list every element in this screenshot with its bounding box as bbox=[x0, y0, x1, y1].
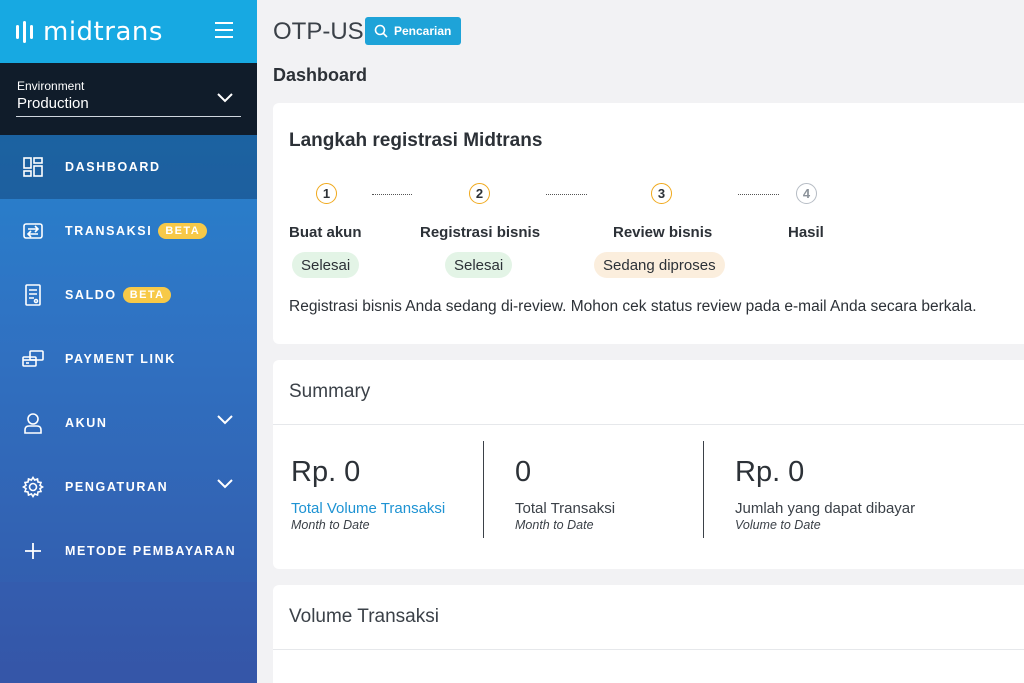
gear-icon bbox=[22, 476, 44, 498]
sidebar-item-pengaturan[interactable]: PENGATURAN bbox=[0, 455, 257, 519]
step-connector bbox=[738, 194, 779, 195]
metric-sub: Volume to Date bbox=[735, 518, 821, 532]
payment-link-icon bbox=[22, 348, 44, 370]
search-button[interactable]: Pencarian bbox=[365, 17, 462, 45]
transaction-icon bbox=[22, 220, 44, 242]
sidebar: midtrans Environment Production DASHBOAR… bbox=[0, 0, 257, 683]
total-volume-link[interactable]: Total Volume Transaksi bbox=[291, 500, 445, 517]
step-label: Registrasi bisnis bbox=[420, 224, 541, 241]
metric-value: Rp. 0 bbox=[735, 456, 805, 488]
step-connector bbox=[372, 194, 412, 195]
step-label: Review bisnis bbox=[613, 224, 713, 241]
sidebar-nav: DASHBOARD TRANSAKSI BETA SALDO BETA PAYM… bbox=[0, 135, 257, 583]
metric-sub: Month to Date bbox=[515, 518, 594, 532]
step-label: Buat akun bbox=[289, 224, 362, 241]
step-number: 2 bbox=[469, 183, 490, 204]
step-number: 3 bbox=[651, 183, 672, 204]
metric-payable: Rp. 0 Jumlah yang dapat dibayar Volume t… bbox=[735, 456, 915, 532]
environment-label: Environment bbox=[17, 79, 85, 93]
sidebar-item-payment-link[interactable]: PAYMENT LINK bbox=[0, 327, 257, 391]
volume-title: Volume Transaksi bbox=[289, 606, 439, 627]
search-icon bbox=[374, 24, 388, 38]
metric-value: 0 bbox=[515, 456, 532, 488]
plus-icon bbox=[22, 540, 44, 562]
chevron-down-icon bbox=[217, 479, 233, 489]
logo-bar: midtrans bbox=[0, 0, 257, 63]
sidebar-item-label: TRANSAKSI bbox=[65, 224, 153, 238]
status-badge: Selesai bbox=[292, 252, 360, 278]
summary-card: Summary Rp. 0 Total Volume Transaksi Mon… bbox=[273, 360, 1024, 569]
summary-title: Summary bbox=[289, 381, 371, 402]
environment-selector[interactable]: Environment Production bbox=[0, 63, 257, 135]
chevron-down-icon bbox=[217, 415, 233, 425]
beta-badge: BETA bbox=[158, 223, 208, 239]
beta-badge: BETA bbox=[122, 287, 172, 303]
metric-label: Total Transaksi bbox=[515, 500, 616, 517]
sidebar-item-label: SALDO bbox=[65, 288, 117, 302]
sidebar-item-label: PENGATURAN bbox=[65, 480, 169, 494]
midtrans-logo-icon bbox=[16, 20, 33, 43]
metric-sub: Month to Date bbox=[291, 518, 370, 532]
divider bbox=[483, 441, 484, 538]
step-number: 4 bbox=[796, 183, 817, 204]
step-number: 1 bbox=[316, 183, 337, 204]
merchant-name: OTP-US bbox=[273, 18, 364, 45]
sidebar-item-label: AKUN bbox=[65, 416, 108, 430]
status-badge: Selesai bbox=[445, 252, 513, 278]
divider bbox=[703, 441, 704, 538]
step-label: Hasil bbox=[788, 224, 824, 241]
sidebar-item-metode-pembayaran[interactable]: METODE PEMBAYARAN bbox=[0, 519, 257, 583]
metric-label: Jumlah yang dapat dibayar bbox=[735, 500, 916, 517]
page-title: Dashboard bbox=[273, 65, 368, 85]
main-content: OTP-US Pencarian Dashboard Langkah regis… bbox=[257, 0, 1024, 683]
sidebar-item-akun[interactable]: AKUN bbox=[0, 391, 257, 455]
step-connector bbox=[546, 194, 587, 195]
dashboard-icon bbox=[22, 156, 44, 178]
sidebar-item-transaksi[interactable]: TRANSAKSI BETA bbox=[0, 199, 257, 263]
logo-text: midtrans bbox=[43, 16, 163, 47]
registration-note: Registrasi bisnis Anda sedang di-review.… bbox=[289, 298, 977, 315]
hamburger-menu-icon[interactable] bbox=[215, 22, 233, 38]
status-badge: Sedang diproses bbox=[594, 252, 725, 278]
metric-total-transaksi: 0 Total Transaksi Month to Date bbox=[515, 456, 615, 532]
search-button-label: Pencarian bbox=[394, 24, 452, 38]
balance-icon bbox=[22, 284, 44, 306]
sidebar-item-saldo[interactable]: SALDO BETA bbox=[0, 263, 257, 327]
sidebar-item-label: DASHBOARD bbox=[65, 160, 161, 174]
chevron-down-icon bbox=[217, 93, 233, 103]
volume-card: Volume Transaksi bbox=[273, 585, 1024, 683]
registration-card: Langkah registrasi Midtrans 1 2 3 4 Buat… bbox=[273, 103, 1024, 344]
metric-total-volume: Rp. 0 Total Volume Transaksi Month to Da… bbox=[291, 456, 445, 532]
metric-value: Rp. 0 bbox=[291, 456, 361, 488]
user-icon bbox=[22, 412, 44, 434]
registration-title: Langkah registrasi Midtrans bbox=[289, 130, 543, 151]
environment-value: Production bbox=[17, 95, 89, 112]
sidebar-item-label: PAYMENT LINK bbox=[65, 352, 176, 366]
sidebar-item-dashboard[interactable]: DASHBOARD bbox=[0, 135, 257, 199]
sidebar-item-label: METODE PEMBAYARAN bbox=[65, 544, 237, 558]
